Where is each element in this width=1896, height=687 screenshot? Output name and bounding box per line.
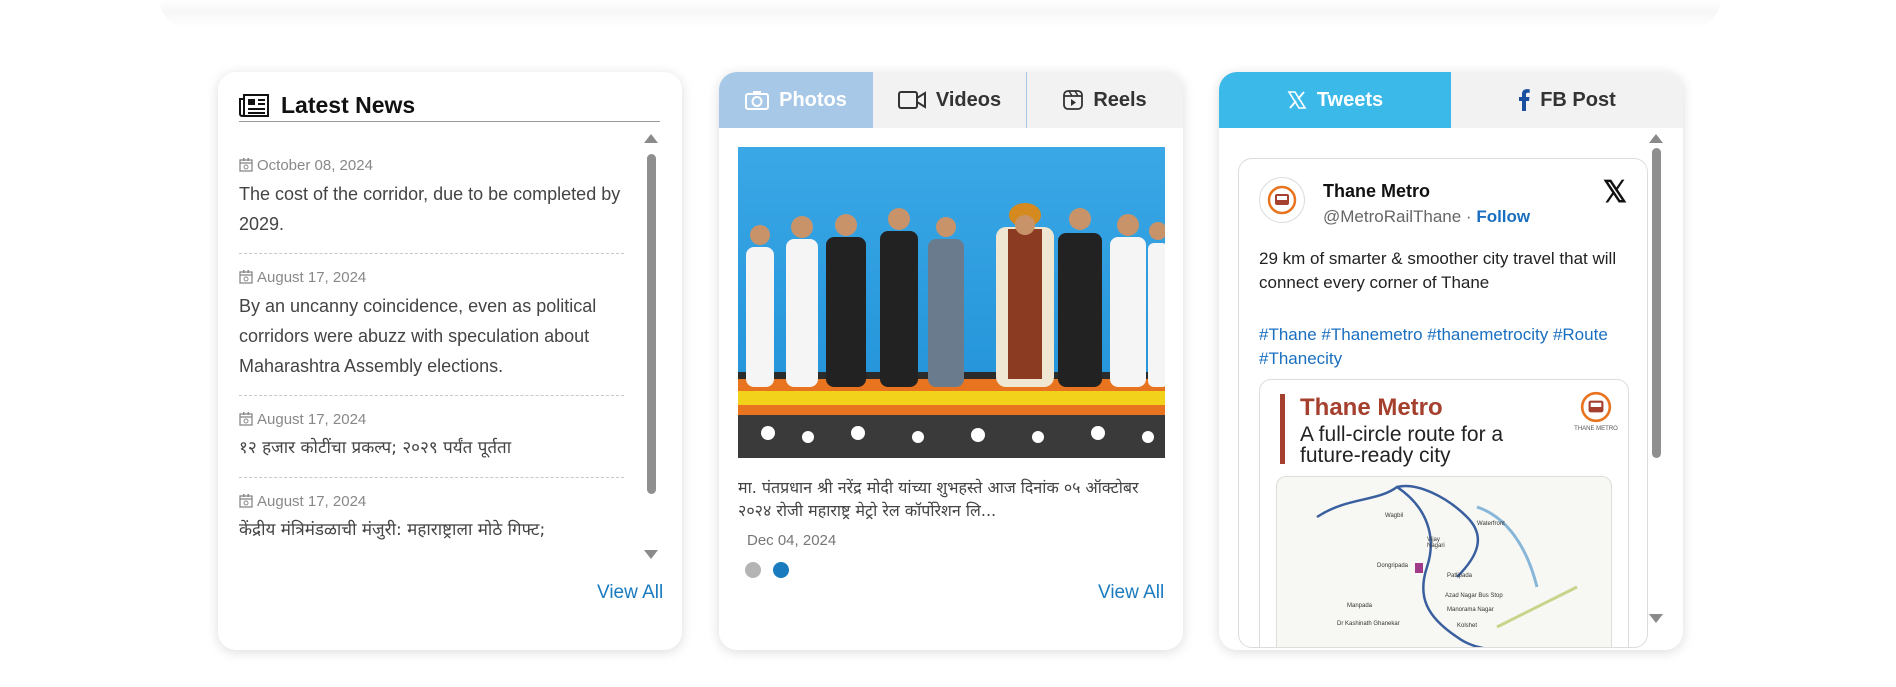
hashtag-link[interactable]: #Thanemetro	[1321, 325, 1422, 344]
logo-text: THANE METRO	[1574, 426, 1618, 432]
top-shadow	[160, 0, 1720, 28]
news-text[interactable]: १२ हजार कोटींचा प्रकल्प; २०२९ पर्यंत पूर…	[239, 433, 624, 463]
photo-date: Dec 04, 2024	[747, 532, 837, 549]
tweet-hashtags: #Thane #Thanemetro #thanemetrocity #Rout…	[1259, 323, 1639, 371]
news-header: Latest News	[239, 90, 660, 122]
photo-caption: मा. पंतप्रधान श्री नरेंद्र मोदी यांच्या …	[738, 478, 1139, 520]
news-item[interactable]: August 17, 2024 By an uncanny coincidenc…	[239, 268, 624, 396]
facebook-icon	[1519, 89, 1530, 111]
calendar-icon	[239, 494, 253, 508]
carousel-dot[interactable]	[745, 562, 761, 578]
map-label: Vijay Nagari	[1427, 537, 1445, 549]
tab-fb-post-label: FB Post	[1540, 88, 1616, 111]
map-label: Wagbil	[1385, 513, 1404, 519]
news-item[interactable]: October 08, 2024 The cost of the corrido…	[239, 156, 624, 254]
media-gallery-card: Photos Videos Reels मा. पंतप्रधान श्री न…	[719, 72, 1183, 650]
news-title: Latest News	[281, 92, 416, 118]
scroll-down-arrow[interactable]	[1649, 614, 1663, 623]
reels-icon	[1063, 90, 1084, 110]
tweet-scrollbar[interactable]	[1649, 134, 1663, 624]
x-logo-icon	[1287, 91, 1307, 109]
tweet-author-name[interactable]: Thane Metro	[1323, 181, 1430, 202]
scroll-up-arrow[interactable]	[1649, 134, 1663, 143]
event-photo-illustration	[738, 147, 1165, 458]
map-label: Kolshet	[1457, 623, 1478, 629]
newspaper-icon	[239, 93, 269, 117]
tweet-embed[interactable]: Thane Metro @MetroRailThane · Follow 𝕏 2…	[1238, 158, 1648, 648]
media-tabs: Photos Videos Reels	[719, 72, 1183, 128]
avatar[interactable]	[1259, 177, 1305, 223]
news-scrollbar[interactable]	[644, 134, 658, 560]
news-date: October 08, 2024	[239, 156, 624, 174]
news-text[interactable]: The cost of the corridor, due to be comp…	[239, 179, 624, 239]
map-label: Dongripada	[1377, 563, 1409, 569]
scroll-thumb[interactable]	[1652, 148, 1661, 458]
video-icon	[897, 91, 926, 109]
media-card-logo: THANE METRO	[1574, 390, 1618, 432]
thane-metro-logo	[1580, 391, 1612, 423]
news-date-text: August 17, 2024	[257, 492, 367, 510]
tweet-media-card[interactable]: Thane Metro A full-circle route for a fu…	[1259, 379, 1629, 647]
map-label: Manpada	[1347, 603, 1373, 609]
news-date: August 17, 2024	[239, 410, 624, 428]
scroll-thumb[interactable]	[647, 154, 656, 494]
tab-tweets[interactable]: Tweets	[1219, 72, 1451, 128]
carousel-dots	[745, 562, 789, 578]
news-date-text: August 17, 2024	[257, 268, 367, 286]
scroll-up-arrow[interactable]	[644, 134, 658, 143]
news-text[interactable]: By an uncanny coincidence, even as polit…	[239, 291, 624, 381]
map-label: Waterfront	[1477, 521, 1505, 527]
tab-reels-label: Reels	[1093, 88, 1147, 111]
tab-videos[interactable]: Videos	[873, 72, 1027, 128]
social-tabs: Tweets FB Post	[1219, 72, 1683, 128]
map-label: Dr Kashinath Ghanekar	[1337, 621, 1400, 627]
scroll-down-arrow[interactable]	[644, 550, 658, 559]
tab-tweets-label: Tweets	[1316, 88, 1384, 111]
tab-videos-label: Videos	[935, 88, 1002, 111]
accent-bar	[1280, 394, 1285, 464]
tab-fb-post[interactable]: FB Post	[1451, 72, 1683, 128]
news-date: August 17, 2024	[239, 492, 624, 510]
media-card-title: Thane Metro	[1300, 394, 1443, 421]
hashtag-link[interactable]: #Route	[1553, 325, 1608, 344]
camera-icon	[745, 91, 770, 110]
hashtag-link[interactable]: #Thane	[1259, 325, 1317, 344]
news-date-text: October 08, 2024	[257, 156, 373, 174]
news-list[interactable]: October 08, 2024 The cost of the corrido…	[239, 156, 641, 560]
media-card-subtitle: A full-circle route for a future-ready c…	[1300, 423, 1504, 467]
gallery-photo[interactable]	[738, 147, 1165, 458]
follow-button[interactable]: Follow	[1476, 207, 1530, 226]
thane-metro-logo	[1267, 185, 1297, 215]
media-view-all-link[interactable]: View All	[1098, 582, 1164, 604]
tab-photos[interactable]: Photos	[719, 72, 873, 128]
route-map-graphic	[1316, 484, 1578, 647]
map-label: Manorama Nagar	[1447, 607, 1494, 613]
news-item[interactable]: August 17, 2024 १२ हजार कोटींचा प्रकल्प;…	[239, 410, 624, 478]
calendar-icon	[239, 412, 253, 426]
x-logo-icon[interactable]: 𝕏	[1603, 175, 1627, 210]
carousel-dot-active[interactable]	[773, 562, 789, 578]
tab-reels[interactable]: Reels	[1027, 72, 1183, 128]
latest-news-card: Latest News October 08, 2024 The cost of…	[218, 72, 682, 650]
tab-photos-label: Photos	[779, 88, 847, 111]
tweet-handle-line: @MetroRailThane · Follow	[1323, 207, 1530, 227]
calendar-icon	[239, 270, 253, 284]
tweet-text: 29 km of smarter & smoother city travel …	[1259, 249, 1617, 292]
tweet-handle[interactable]: @MetroRailThane	[1323, 207, 1461, 226]
hashtag-link[interactable]: #Thanecity	[1259, 349, 1342, 368]
social-feed-card: Tweets FB Post Thane Metro @MetroRailTha…	[1219, 72, 1683, 650]
news-text[interactable]: केंद्रीय मंत्रिमंडळाची मंजुरी: महाराष्ट्…	[239, 515, 624, 545]
map-label: Azad Nagar Bus Stop	[1445, 593, 1503, 599]
calendar-icon	[239, 158, 253, 172]
handle-separator: ·	[1461, 207, 1477, 226]
route-map: Wagbil Waterfront Vijay Nagari Dongripad…	[1276, 476, 1612, 647]
news-date-text: August 17, 2024	[257, 410, 367, 428]
map-label: Patlipada	[1447, 573, 1473, 579]
news-view-all-link[interactable]: View All	[597, 582, 663, 604]
news-date: August 17, 2024	[239, 268, 624, 286]
news-item[interactable]: August 17, 2024 केंद्रीय मंत्रिमंडळाची म…	[239, 492, 624, 559]
hashtag-link[interactable]: #thanemetrocity	[1427, 325, 1548, 344]
